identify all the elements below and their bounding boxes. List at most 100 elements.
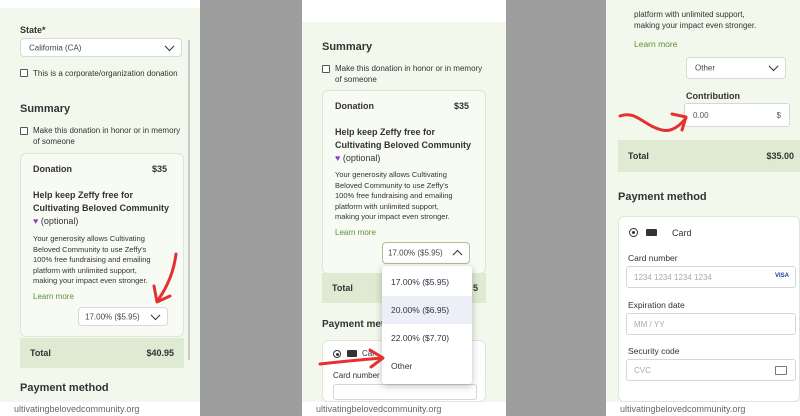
gutter-left <box>200 0 302 416</box>
expiration-placeholder: MM / YY <box>634 320 665 329</box>
help-title-line2: Cultivating Beloved Community <box>335 140 472 150</box>
currency-symbol: $ <box>776 111 781 120</box>
tip-select-value: Other <box>695 63 716 73</box>
security-code-label: Security code <box>628 346 680 356</box>
screenshot-panel-2: Summary Make this donation in honor or i… <box>302 0 506 416</box>
card-label: Card <box>672 228 692 238</box>
credit-card-icon <box>347 350 357 357</box>
tip-option-other[interactable]: Other <box>391 361 412 371</box>
desc-line: Your generosity allows Cultivating <box>33 234 145 243</box>
card-label-partial: Car <box>362 349 375 358</box>
tip-option[interactable]: 22.00% ($7.70) <box>391 333 449 343</box>
total-label: Total <box>628 151 649 161</box>
learn-more-link[interactable]: Learn more <box>335 228 376 237</box>
url-footer: ultivatingbelovedcommunity.org <box>0 402 200 416</box>
desc-line: Your generosity allows Cultivating <box>335 170 447 179</box>
payment-method-title: Payment method <box>618 191 707 203</box>
top-strip <box>0 0 200 8</box>
total-row: Total $40.95 <box>20 338 184 368</box>
contribution-label: Contribution <box>686 91 740 101</box>
security-code-input[interactable]: CVC <box>626 359 796 381</box>
chevron-down-icon <box>768 61 779 72</box>
generosity-desc: Your generosity allows Cultivating Belov… <box>335 170 453 223</box>
desc-line: platform with unlimited support, <box>335 201 439 211</box>
desc-line: making your impact even stronger. <box>33 276 148 285</box>
card-number-input[interactable]: 1234 1234 1234 1234 VISA <box>626 266 796 288</box>
top-strip <box>302 0 506 22</box>
screenshot-panel-3: platform with unlimited support, making … <box>606 0 800 416</box>
screenshot-panel-1: State* California (CA) This is a corpora… <box>0 0 200 416</box>
desc-line: platform with unlimited support, <box>33 265 137 275</box>
scrollbar[interactable] <box>188 40 190 360</box>
card-number-input[interactable] <box>333 384 477 400</box>
honor-checkbox[interactable] <box>20 127 28 135</box>
corporate-checkbox[interactable] <box>20 69 28 77</box>
contribution-input[interactable]: 0.00 $ <box>684 103 790 127</box>
tip-option[interactable]: 20.00% ($6.95) <box>391 305 449 315</box>
state-select-value: California (CA) <box>29 43 82 52</box>
tip-select-value: 17.00% ($5.95) <box>85 312 140 321</box>
card-number-label: Card number <box>333 371 380 380</box>
desc-line: making your impact even stronger. <box>335 212 450 221</box>
state-select[interactable]: California (CA) <box>20 38 182 57</box>
learn-more-link[interactable]: Learn more <box>33 292 74 301</box>
tip-select-open[interactable]: 17.00% ($5.95) <box>382 242 470 264</box>
visa-icon: VISA <box>774 273 789 279</box>
heart-icon: ♥ <box>33 216 39 226</box>
url-footer: ultivatingbelovedcommunity.org <box>606 402 800 416</box>
total-label: Total <box>332 283 353 293</box>
help-title-line1: Help keep Zeffy free for <box>335 127 436 137</box>
credit-card-icon <box>646 229 657 236</box>
card-number-placeholder: 1234 1234 1234 1234 <box>634 273 712 282</box>
payment-method-title: Payment meth <box>322 319 391 330</box>
help-title-line2: Cultivating Beloved Community <box>33 203 170 213</box>
tip-option[interactable]: 17.00% ($5.95) <box>391 277 449 287</box>
help-title-line1: Help keep Zeffy free for <box>33 190 134 200</box>
tip-select[interactable]: Other <box>686 57 786 79</box>
security-placeholder: CVC <box>634 366 651 375</box>
desc-line: 100% free fundraising and emailing <box>33 255 151 264</box>
chevron-down-icon <box>164 40 175 51</box>
learn-more-link[interactable]: Learn more <box>634 39 677 49</box>
honor-label-line1: Make this donation in honor or in memory <box>33 126 181 135</box>
expiration-input[interactable]: MM / YY <box>626 313 796 335</box>
total-row: Total $35.00 <box>618 140 800 172</box>
corporate-label: This is a corporate/organization donatio… <box>33 69 178 78</box>
annotation-arrow <box>618 112 688 132</box>
total-value: $40.95 <box>146 348 174 358</box>
desc-line: Beloved Community to use Zeffy's <box>335 180 449 190</box>
state-label: State* <box>20 25 46 35</box>
optional-row: ♥ (optional) <box>33 216 78 226</box>
total-value: $35.00 <box>766 151 794 161</box>
payment-method-title: Payment method <box>20 382 109 394</box>
card-radio[interactable] <box>333 350 341 358</box>
tip-dropdown-menu: 17.00% ($5.95) 20.00% ($6.95) 22.00% ($7… <box>382 266 472 384</box>
tip-select-value: 17.00% ($5.95) <box>388 248 443 258</box>
contribution-value: 0.00 <box>693 111 709 120</box>
desc-line: 100% free fundraising and emailing <box>335 191 453 200</box>
donation-label: Donation <box>335 101 374 111</box>
cvc-card-icon <box>775 366 787 375</box>
donation-amount: $35 <box>152 164 168 174</box>
honor-checkbox[interactable] <box>322 65 330 73</box>
chevron-up-icon <box>452 249 463 260</box>
honor-label-line2: of someone <box>335 75 377 84</box>
honor-label-line1: Make this donation in honor or in memory <box>335 64 483 73</box>
desc-line: Beloved Community to use Zeffy's <box>33 244 147 254</box>
total-value-partial: 5 <box>472 283 478 293</box>
honor-label-line2: of someone <box>33 137 75 146</box>
expiration-label: Expiration date <box>628 300 685 310</box>
summary-title: Summary <box>20 103 71 115</box>
tip-select[interactable]: 17.00% ($5.95) <box>78 307 168 326</box>
card-radio[interactable] <box>629 228 638 237</box>
summary-title: Summary <box>322 41 373 53</box>
desc-line: platform with unlimited support, <box>634 10 745 19</box>
optional-row: ♥ (optional) <box>335 153 380 163</box>
total-label: Total <box>30 348 51 358</box>
desc-tail: platform with unlimited support, making … <box>634 9 756 31</box>
donation-label: Donation <box>33 164 72 174</box>
chevron-down-icon <box>150 309 161 320</box>
generosity-desc: Your generosity allows Cultivating Belov… <box>33 234 151 287</box>
optional-text: (optional) <box>40 216 79 226</box>
gutter-right <box>506 0 606 416</box>
